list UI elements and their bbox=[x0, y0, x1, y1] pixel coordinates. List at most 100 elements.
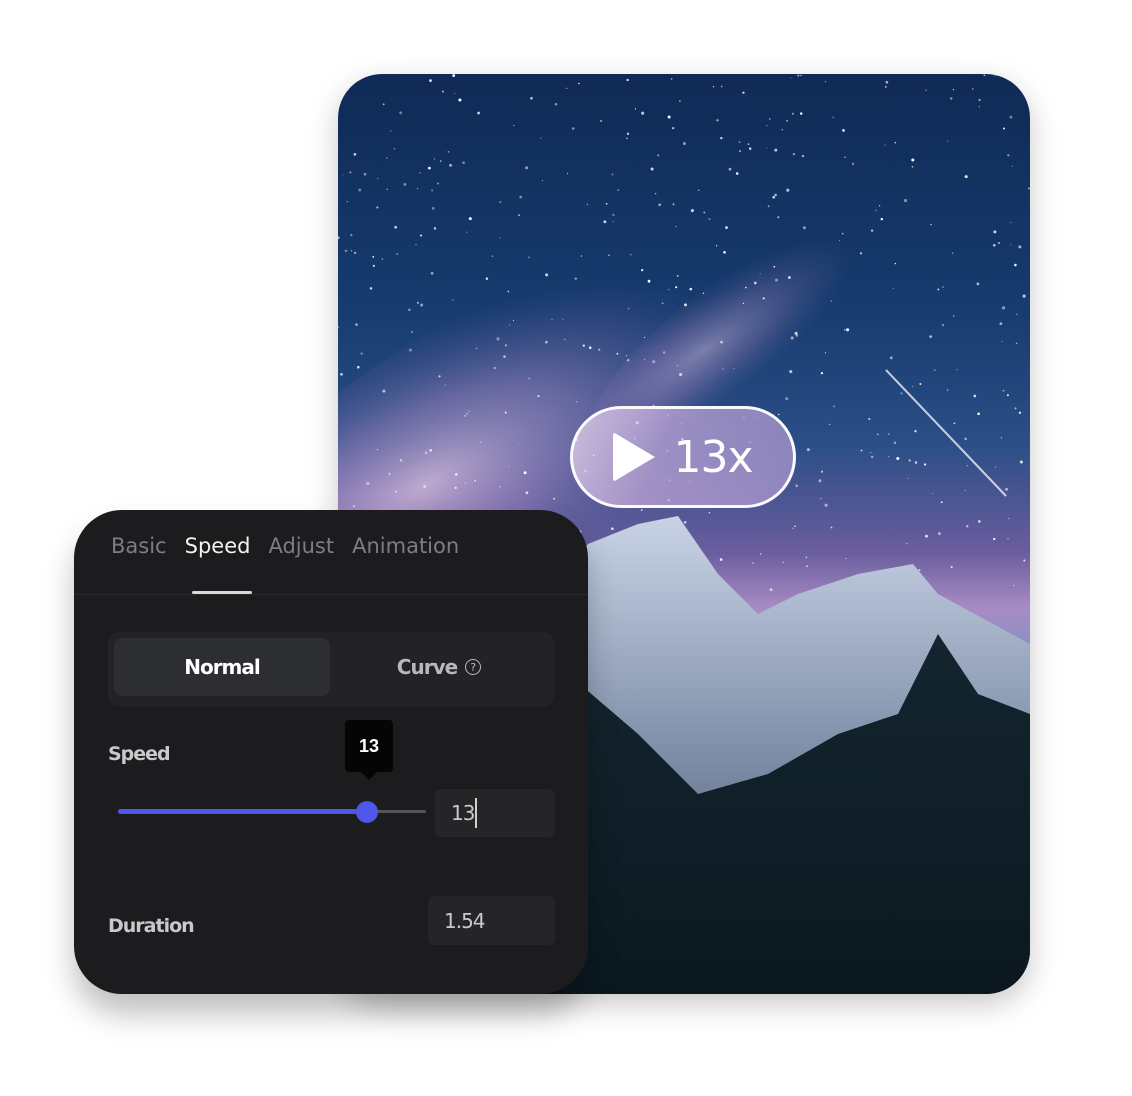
star bbox=[1018, 245, 1022, 249]
star bbox=[911, 158, 915, 162]
star bbox=[679, 100, 681, 102]
tab-speed[interactable]: Speed bbox=[185, 534, 251, 558]
star bbox=[518, 214, 520, 216]
speed-slider[interactable] bbox=[118, 800, 426, 824]
duration-input[interactable]: 1.54 bbox=[428, 896, 555, 945]
star bbox=[946, 140, 949, 142]
star bbox=[1001, 340, 1003, 343]
speed-input[interactable]: 13 bbox=[435, 789, 555, 837]
star bbox=[682, 142, 686, 145]
star bbox=[683, 520, 687, 524]
star bbox=[408, 308, 411, 312]
star bbox=[782, 561, 784, 563]
star bbox=[576, 401, 578, 403]
star bbox=[870, 229, 874, 232]
star bbox=[626, 78, 629, 82]
star bbox=[777, 216, 780, 219]
star bbox=[564, 338, 566, 340]
star bbox=[708, 511, 711, 514]
star bbox=[797, 74, 800, 77]
star bbox=[462, 161, 465, 165]
star bbox=[641, 111, 645, 115]
star bbox=[353, 251, 357, 255]
star bbox=[530, 96, 533, 100]
star bbox=[571, 127, 575, 130]
star bbox=[703, 211, 706, 214]
tab-animation[interactable]: Animation bbox=[352, 534, 459, 558]
star bbox=[474, 479, 476, 482]
star bbox=[411, 331, 414, 334]
star bbox=[888, 455, 890, 458]
star bbox=[630, 254, 632, 256]
star bbox=[786, 119, 789, 122]
tab-divider bbox=[74, 594, 588, 595]
star bbox=[820, 497, 822, 500]
star bbox=[774, 148, 778, 152]
star bbox=[1000, 437, 1003, 439]
star bbox=[791, 112, 794, 115]
star bbox=[393, 148, 396, 150]
star bbox=[1010, 221, 1012, 224]
star bbox=[617, 189, 620, 192]
mode-curve-button[interactable]: Curve ? bbox=[330, 638, 548, 696]
star bbox=[845, 557, 847, 560]
star bbox=[906, 542, 908, 545]
star bbox=[824, 503, 828, 507]
star bbox=[454, 473, 458, 476]
star bbox=[338, 326, 340, 329]
star bbox=[690, 209, 694, 213]
star bbox=[675, 226, 677, 228]
star bbox=[844, 329, 846, 331]
slider-thumb[interactable] bbox=[356, 801, 379, 823]
star bbox=[390, 130, 392, 132]
star bbox=[504, 344, 508, 347]
star bbox=[396, 253, 398, 255]
help-icon[interactable]: ? bbox=[465, 659, 482, 675]
star bbox=[420, 234, 422, 237]
star bbox=[859, 252, 863, 255]
star bbox=[357, 365, 360, 369]
star bbox=[786, 188, 790, 192]
star bbox=[894, 262, 897, 265]
tab-basic[interactable]: Basic bbox=[111, 534, 167, 558]
star bbox=[964, 175, 968, 179]
star bbox=[444, 384, 447, 386]
star bbox=[394, 225, 398, 229]
star bbox=[1019, 460, 1023, 464]
star bbox=[388, 472, 391, 476]
star bbox=[611, 173, 614, 176]
star bbox=[363, 172, 367, 176]
duration-label: Duration bbox=[108, 915, 195, 937]
star bbox=[654, 192, 657, 195]
star bbox=[1008, 517, 1010, 519]
star bbox=[657, 154, 660, 157]
star bbox=[431, 207, 435, 210]
star bbox=[844, 156, 846, 158]
star bbox=[778, 413, 780, 416]
star bbox=[952, 315, 955, 317]
speed-badge[interactable]: 13x bbox=[570, 406, 796, 508]
star bbox=[966, 525, 969, 528]
star bbox=[1014, 407, 1017, 410]
star bbox=[509, 324, 511, 326]
star bbox=[508, 465, 510, 468]
star bbox=[720, 85, 723, 88]
star bbox=[712, 86, 715, 88]
star bbox=[722, 368, 724, 370]
star bbox=[880, 217, 884, 221]
mode-normal-button[interactable]: Normal bbox=[114, 638, 330, 696]
star bbox=[454, 92, 456, 94]
star bbox=[933, 369, 936, 371]
star bbox=[805, 556, 808, 558]
star bbox=[662, 351, 666, 354]
star bbox=[800, 74, 802, 77]
star bbox=[893, 441, 897, 445]
star bbox=[479, 441, 482, 444]
star bbox=[468, 217, 472, 221]
star bbox=[612, 221, 614, 223]
star bbox=[429, 449, 432, 452]
tab-adjust[interactable]: Adjust bbox=[268, 534, 334, 558]
star bbox=[738, 150, 742, 153]
star bbox=[1018, 411, 1022, 414]
star bbox=[976, 282, 980, 286]
